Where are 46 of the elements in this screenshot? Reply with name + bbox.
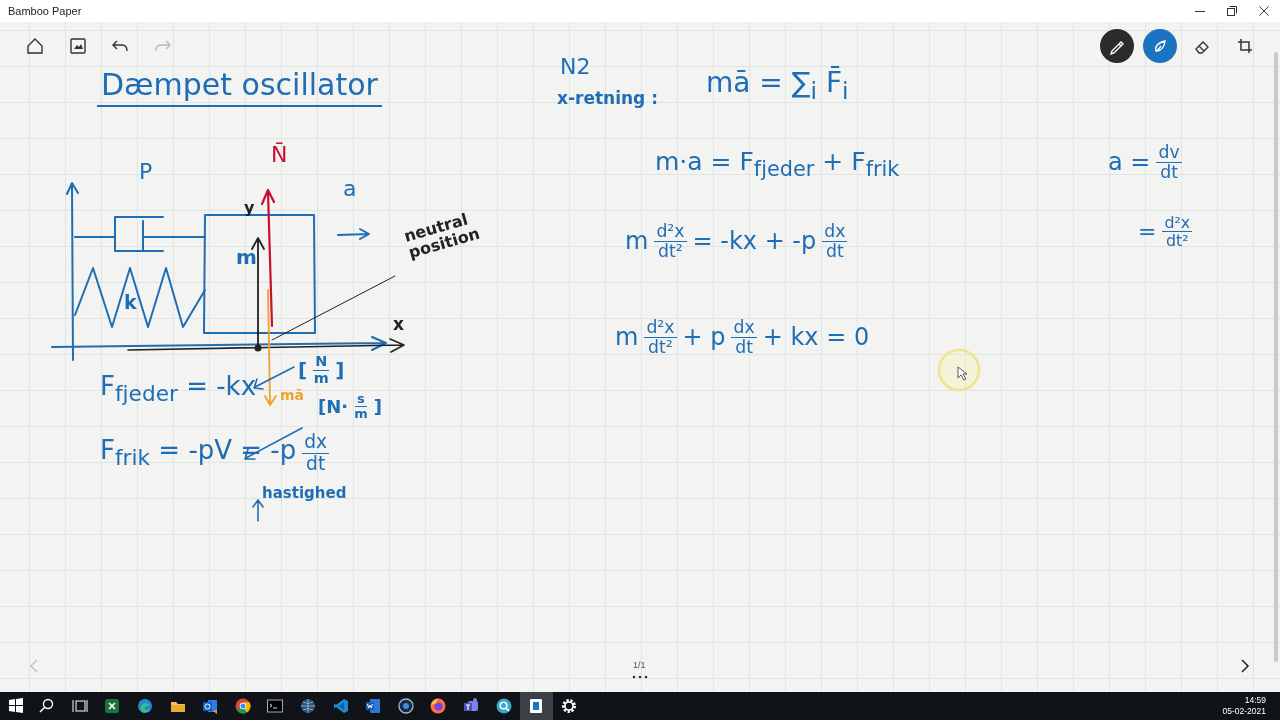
- handwritten-note: mā: [280, 388, 305, 404]
- task-view-icon: [70, 697, 89, 715]
- handwritten-note: N2: [560, 55, 591, 80]
- note-title: Dæmpet oscillator: [97, 68, 382, 107]
- handwritten-note: hastighed: [262, 485, 347, 502]
- more-icon[interactable]: [632, 674, 648, 680]
- handwritten-note: mā = ∑$_{i}$ F̄$_{i}$: [706, 68, 849, 105]
- pointer-arrow: [252, 499, 264, 522]
- pen-tool-button[interactable]: [1100, 29, 1134, 63]
- handwritten-note: m·a = F$_{fjeder}$ + F$_{frik}$: [655, 148, 900, 181]
- windows-icon: [6, 697, 25, 715]
- handwritten-note: P: [139, 160, 153, 185]
- clock-time: 14:59: [1244, 695, 1266, 706]
- browser-icon: [429, 697, 448, 715]
- globe-icon: [299, 697, 318, 715]
- browser-icon: [136, 697, 155, 715]
- next-page-button[interactable]: [1238, 658, 1252, 674]
- chevron-right-icon: [1238, 658, 1252, 674]
- restore-icon: [1227, 6, 1237, 16]
- magnifier-icon: [494, 697, 513, 715]
- handwritten-note: x: [393, 315, 404, 334]
- document-icon: [364, 697, 383, 715]
- disc-icon: [396, 697, 415, 715]
- pointer-arrow: [253, 366, 295, 390]
- code-editor-icon: [331, 697, 350, 715]
- mail-icon: [201, 697, 220, 715]
- handwritten-note: m: [236, 246, 257, 268]
- handwritten-note: N̄: [271, 143, 288, 168]
- scrollbar[interactable]: [1274, 52, 1278, 662]
- gear-icon: [559, 697, 578, 715]
- chevron-left-icon: [27, 658, 41, 674]
- page-number: 1/1: [633, 660, 646, 670]
- handwritten-note: F$_{fjeder}$ = -kx: [100, 372, 257, 406]
- handwritten-note: k: [124, 292, 137, 313]
- close-icon: [1259, 6, 1269, 16]
- taskbar-app-button[interactable]: [519, 692, 553, 720]
- brush-tool-button[interactable]: [1142, 29, 1177, 63]
- handwritten-note: x-retning :: [557, 89, 658, 108]
- handwritten-note: a: [343, 177, 357, 202]
- terminal-icon: [266, 697, 285, 715]
- browser-icon: [233, 697, 252, 715]
- window-title: Bamboo Paper: [8, 5, 83, 17]
- spreadsheet-icon: [103, 697, 122, 715]
- clock-date: 05-02-2021: [1222, 706, 1266, 717]
- handwritten-note: y: [244, 199, 255, 217]
- acceleration-arrow: [337, 228, 370, 240]
